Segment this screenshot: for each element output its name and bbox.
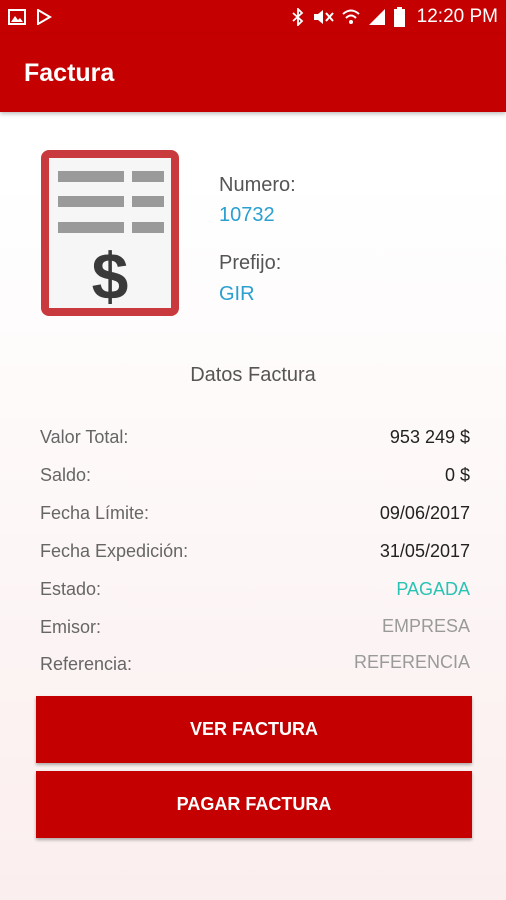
saldo-label: Saldo: [40,465,92,485]
valor-total-value: 953 249 $ [389,427,470,447]
section-title: Datos Factura [190,364,316,386]
saldo-value: 0 $ [444,465,470,485]
fecha-limite-value: 09/06/2017 [379,503,470,523]
status-right-icons: 12:20 PM [292,6,498,28]
estado-value: PAGADA [396,579,470,599]
numero-value: 10732 [219,204,275,226]
fecha-expedicion-label: Fecha Expedición: [40,541,189,561]
valor-total-label: Valor Total: [40,427,129,447]
gallery-icon [8,9,26,25]
status-bar: 12:20 PM [0,0,506,34]
referencia-value: REFERENCIA [353,652,470,672]
referencia-label: Referencia: [40,654,133,674]
battery-icon [393,7,405,27]
status-time: 12:20 PM [416,6,498,27]
prefijo-label: Prefijo: [219,252,282,274]
wifi-icon [342,9,360,24]
bluetooth-icon [292,8,303,26]
estado-label: Estado: [40,579,102,599]
view-invoice-button[interactable]: VER FACTURA [36,696,472,763]
play-store-icon [37,9,52,25]
mute-icon [313,10,334,24]
page-title: Factura [24,59,115,87]
numero-label: Numero: [219,174,296,196]
emisor-label: Emisor: [40,617,102,637]
signal-icon [368,9,385,25]
status-left-icons [8,9,52,25]
svg-text:$: $ [92,239,129,313]
pay-invoice-button[interactable]: PAGAR FACTURA [36,771,472,838]
invoice-icon: $ [41,150,179,316]
emisor-value: EMPRESA [381,616,470,636]
app-bar: Factura [0,34,506,112]
fecha-expedicion-value: 31/05/2017 [379,541,470,561]
prefijo-value: GIR [219,283,255,305]
fecha-limite-label: Fecha Límite: [40,503,150,523]
